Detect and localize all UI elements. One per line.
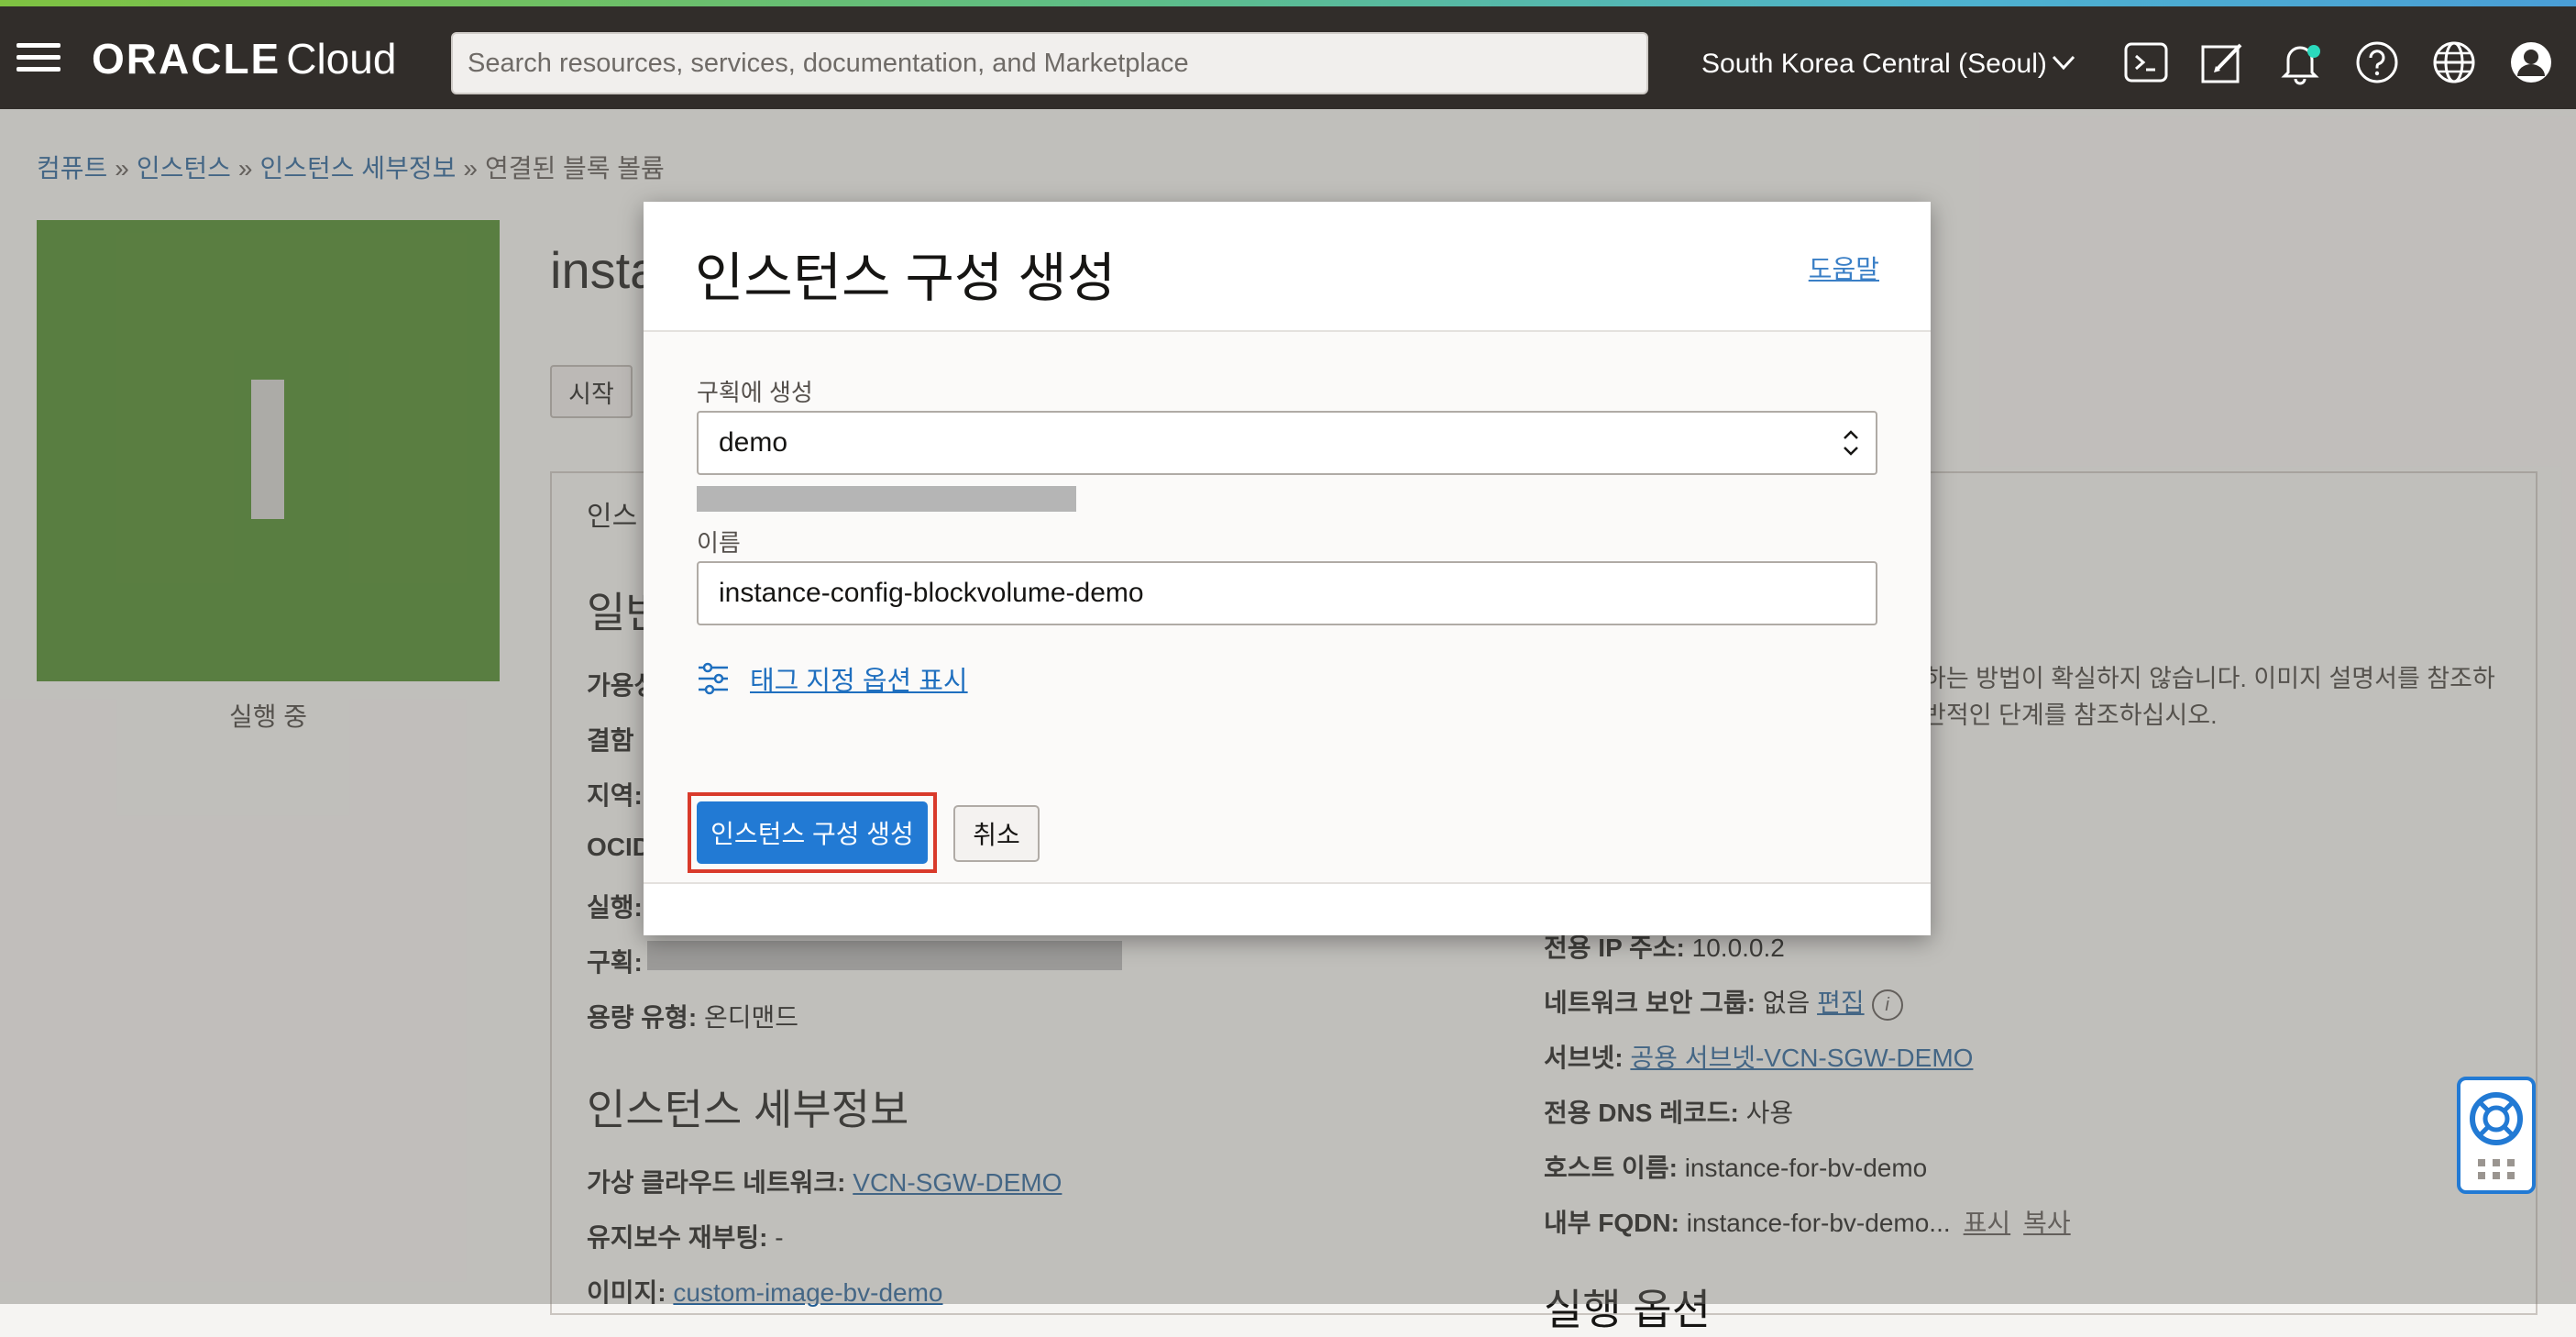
redacted-compartment-path (697, 486, 1076, 512)
globe-icon[interactable] (2429, 38, 2479, 87)
search-input[interactable] (451, 32, 1648, 94)
region-selector[interactable]: South Korea Central (Seoul) (1701, 49, 2047, 80)
oracle-cloud-logo[interactable]: ORACLE Cloud (92, 34, 396, 83)
help-widget[interactable] (2457, 1077, 2536, 1194)
select-arrows-icon (1844, 430, 1858, 456)
notification-dot (2307, 45, 2320, 58)
lifebuoy-icon (2470, 1092, 2523, 1179)
dialog-body: 구획에 생성 demo 이름 태그 지정 옵션 표시 인스턴스 구성 생성 취소 (644, 332, 1931, 882)
top-navigation-bar: ORACLECloud South Korea Central (Seoul) (0, 6, 2576, 109)
menu-icon[interactable] (17, 43, 61, 72)
create-instance-config-button[interactable]: 인스턴스 구성 생성 (697, 801, 928, 864)
dialog-header: 인스턴스 구성 생성 도움말 (644, 202, 1931, 332)
cloud-shell-icon[interactable] (2121, 38, 2171, 87)
compartment-select-value: demo (719, 427, 788, 458)
help-icon[interactable] (2352, 38, 2402, 87)
name-field-label: 이름 (697, 529, 741, 557)
dialog-title: 인스턴스 구성 생성 (695, 249, 1117, 308)
compartment-select[interactable]: demo (697, 411, 1877, 475)
user-icon[interactable] (2506, 38, 2556, 87)
tag-options-link[interactable]: 태그 지정 옵션 표시 (750, 659, 968, 698)
chevron-down-icon[interactable] (2050, 49, 2077, 76)
create-instance-config-dialog: 인스턴스 구성 생성 도움말 구획에 생성 demo 이름 태그 지정 옵션 표… (644, 202, 1931, 935)
name-input[interactable] (697, 561, 1877, 625)
cancel-button[interactable]: 취소 (953, 805, 1040, 862)
accent-strip (0, 0, 2576, 6)
sliders-icon (699, 662, 728, 695)
help-link[interactable]: 도움말 (1809, 249, 1879, 286)
tag-options-toggle[interactable]: 태그 지정 옵션 표시 (697, 658, 968, 699)
compartment-select-label: 구획에 생성 (697, 379, 813, 406)
bell-icon (2281, 46, 2319, 85)
edit-icon[interactable] (2198, 38, 2248, 87)
dialog-footer-divider (644, 882, 1931, 884)
notifications-bell[interactable] (2275, 38, 2325, 87)
